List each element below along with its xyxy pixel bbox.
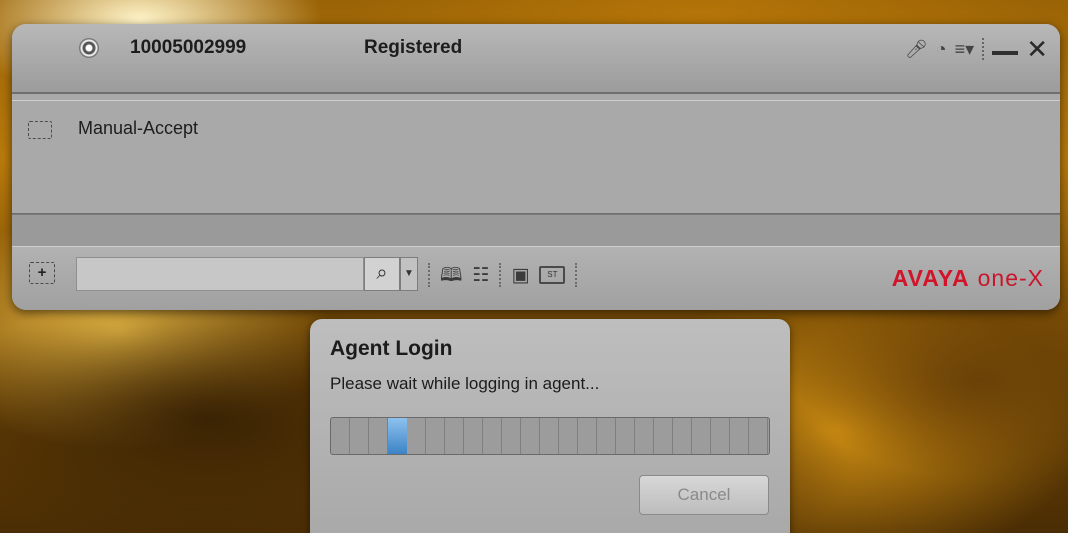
separator	[982, 38, 985, 60]
separator	[428, 263, 430, 287]
chevron-down-icon[interactable]: ▼	[400, 257, 418, 291]
dialpad-icon[interactable]: ☷	[472, 266, 489, 285]
registration-status: Registered	[364, 37, 463, 58]
registration-status-icon	[79, 38, 99, 58]
status-box-icon[interactable]: ST	[539, 266, 566, 284]
phone-main-window: 10005002999 Registered 🎤︎ ◔ ≡▾ ✕ Manual-…	[12, 24, 1060, 310]
window-controls: 🎤︎ ◔ ≡▾ ✕	[905, 34, 1048, 65]
window-icon[interactable]: ▣	[511, 266, 529, 285]
separator	[499, 263, 502, 287]
mute-mic-icon[interactable]: 🎤︎	[905, 40, 928, 58]
agent-login-dialog: Agent Login Please wait while logging in…	[310, 319, 790, 533]
extension-number: 10005002999	[130, 37, 247, 58]
divider-strip	[12, 214, 1060, 247]
search-icon[interactable]: ⌕	[364, 257, 400, 291]
contacts-book-icon[interactable]: 🕮︎	[440, 266, 462, 285]
checkbox-icon[interactable]	[28, 121, 52, 139]
dialog-title: Agent Login	[330, 337, 453, 360]
avaya-onex-logo: AVAYA one-X	[891, 265, 1044, 291]
menu-icon[interactable]: ≡▾	[955, 40, 975, 58]
dialog-message: Please wait while logging in agent...	[330, 374, 600, 393]
tool-icons: 🕮︎ ☷ ▣ ST	[428, 261, 578, 289]
title-bar: 10005002999 Registered 🎤︎ ◔ ≡▾ ✕	[12, 24, 1060, 94]
plus-icon[interactable]: +	[29, 262, 55, 284]
cancel-button[interactable]: Cancel	[639, 475, 769, 515]
minimize-icon[interactable]	[992, 51, 1019, 55]
close-icon[interactable]: ✕	[1026, 34, 1048, 65]
dial-input[interactable]	[76, 257, 364, 291]
progress-indicator	[388, 418, 408, 454]
headset-icon[interactable]: ◔	[936, 40, 947, 58]
progress-bar	[330, 417, 770, 455]
bottom-toolbar: + ⌕ ▼ 🕮︎ ☷ ▣ ST AVAYA one-X	[12, 246, 1060, 310]
work-list: Manual-Accept	[12, 100, 1060, 215]
separator	[575, 263, 578, 287]
work-mode-label: Manual-Accept	[78, 118, 199, 138]
